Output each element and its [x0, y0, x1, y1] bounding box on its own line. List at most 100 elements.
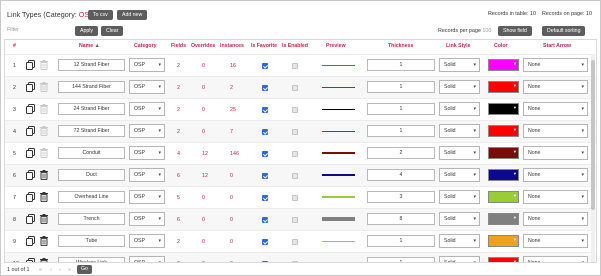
favorite-checkbox[interactable] [262, 173, 268, 179]
col-color[interactable]: Color [494, 43, 508, 49]
category-select[interactable]: OSP ▾ [129, 80, 165, 94]
trash-disabled-icon[interactable] [40, 60, 48, 70]
category-select[interactable]: OSP ▾ [129, 212, 165, 226]
start-arrow-select[interactable]: None ▾ [523, 80, 588, 94]
fields-count[interactable]: 4 [177, 151, 180, 157]
color-picker[interactable]: ▾ [488, 103, 519, 115]
overrides-count[interactable]: 0 [202, 85, 205, 91]
copy-icon[interactable] [26, 82, 35, 92]
enabled-checkbox[interactable] [292, 129, 298, 135]
to-csv-button[interactable]: To csv [88, 10, 113, 20]
category-select[interactable]: OSP ▾ [129, 102, 165, 116]
overrides-count[interactable]: 0 [202, 261, 205, 262]
thickness-field[interactable]: 1 [367, 235, 435, 247]
link-style-select[interactable]: Solid ▾ [439, 190, 480, 204]
col-start-arrow[interactable]: Start Arrow [543, 43, 571, 49]
scrollbar-thumb[interactable] [591, 60, 595, 210]
thickness-field[interactable]: 1 [367, 81, 435, 93]
color-picker[interactable]: ▾ [488, 169, 519, 181]
thickness-field[interactable]: 1 [367, 125, 435, 137]
enabled-checkbox[interactable] [292, 63, 298, 69]
category-select[interactable]: OSP ▾ [129, 168, 165, 182]
link-style-select[interactable]: Solid ▾ [439, 80, 480, 94]
thickness-field[interactable]: 1 [367, 59, 435, 71]
link-style-select[interactable]: Solid ▾ [439, 124, 480, 138]
thickness-field[interactable]: 1 [367, 257, 435, 262]
instances-count[interactable]: 0 [230, 173, 233, 179]
trash-icon[interactable] [40, 214, 48, 224]
favorite-checkbox[interactable] [262, 151, 268, 157]
col-name[interactable]: Name ▲ [79, 43, 100, 49]
col-thickness[interactable]: Thickness [388, 43, 413, 49]
instances-count[interactable]: 25 [230, 107, 236, 113]
start-arrow-select[interactable]: None ▾ [523, 168, 588, 182]
category-select[interactable]: OSP ▾ [129, 58, 165, 72]
thickness-field[interactable]: 1 [367, 103, 435, 115]
instances-count[interactable]: 0 [230, 195, 233, 201]
enabled-checkbox[interactable] [292, 173, 298, 179]
enabled-checkbox[interactable] [292, 107, 298, 113]
copy-icon[interactable] [26, 126, 35, 136]
records-per-page-value[interactable]: 100 [482, 28, 491, 34]
color-picker[interactable]: ▾ [488, 59, 519, 71]
prev-page-button[interactable]: ‹ [50, 267, 52, 273]
overrides-count[interactable]: 0 [202, 129, 205, 135]
next-page-button[interactable]: › [59, 267, 61, 273]
favorite-checkbox[interactable] [262, 261, 268, 262]
color-picker[interactable]: ▾ [488, 125, 519, 137]
instances-count[interactable]: 146 [230, 151, 239, 157]
fields-count[interactable]: 2 [177, 129, 180, 135]
favorite-checkbox[interactable] [262, 195, 268, 201]
overrides-count[interactable]: 0 [202, 195, 205, 201]
name-field[interactable]: Conduit [58, 147, 125, 159]
link-style-select[interactable]: Solid ▾ [439, 58, 480, 72]
color-picker[interactable]: ▾ [488, 235, 519, 247]
category-select[interactable]: OSP ▾ [129, 256, 165, 262]
name-field[interactable]: 144 Strand Fiber [58, 81, 125, 93]
start-arrow-select[interactable]: None ▾ [523, 146, 588, 160]
fields-count[interactable]: 2 [177, 261, 180, 262]
thickness-field[interactable]: 4 [367, 169, 435, 181]
overrides-count[interactable]: 12 [202, 151, 208, 157]
copy-icon[interactable] [26, 104, 35, 114]
link-style-select[interactable]: Solid ▾ [439, 234, 480, 248]
instances-count[interactable]: 7 [230, 129, 233, 135]
name-field[interactable]: Wireless Link [58, 257, 125, 262]
trash-disabled-icon[interactable] [40, 82, 48, 92]
instances-count[interactable]: 0 [230, 239, 233, 245]
col-is-favorite[interactable]: Is Favorite [251, 43, 277, 49]
overrides-count[interactable]: 0 [202, 63, 205, 69]
favorite-checkbox[interactable] [262, 239, 268, 245]
link-style-select[interactable]: Solid ▾ [439, 256, 480, 262]
enabled-checkbox[interactable] [292, 195, 298, 201]
start-arrow-select[interactable]: None ▾ [523, 256, 588, 262]
overrides-count[interactable]: 0 [202, 217, 205, 223]
enabled-checkbox[interactable] [292, 85, 298, 91]
category-select[interactable]: OSP ▾ [129, 190, 165, 204]
start-arrow-select[interactable]: None ▾ [523, 58, 588, 72]
link-style-select[interactable]: Solid ▾ [439, 102, 480, 116]
thickness-field[interactable]: 2 [367, 147, 435, 159]
name-field[interactable]: 12 Strand Fiber [58, 59, 125, 71]
instances-count[interactable]: 2 [230, 85, 233, 91]
trash-disabled-icon[interactable] [40, 126, 48, 136]
last-page-button[interactable]: » [68, 267, 71, 273]
clear-button[interactable]: Clear [101, 26, 124, 36]
favorite-checkbox[interactable] [262, 129, 268, 135]
copy-icon[interactable] [26, 214, 35, 224]
favorite-checkbox[interactable] [262, 107, 268, 113]
overrides-count[interactable]: 0 [202, 107, 205, 113]
overrides-count[interactable]: 0 [202, 239, 205, 245]
name-field[interactable]: Tube [58, 235, 125, 247]
col-category[interactable]: Category [134, 43, 157, 49]
color-picker[interactable]: ▾ [488, 257, 519, 262]
col-fields[interactable]: Fields [171, 43, 186, 49]
col-instances[interactable]: Instances [220, 43, 244, 49]
enabled-checkbox[interactable] [292, 217, 298, 223]
col-is-enabled[interactable]: Is Enabled [282, 43, 308, 49]
apply-button[interactable]: Apply [75, 26, 98, 36]
instances-count[interactable]: 16 [230, 63, 236, 69]
enabled-checkbox[interactable] [292, 151, 298, 157]
color-picker[interactable]: ▾ [488, 147, 519, 159]
copy-icon[interactable] [26, 236, 35, 246]
